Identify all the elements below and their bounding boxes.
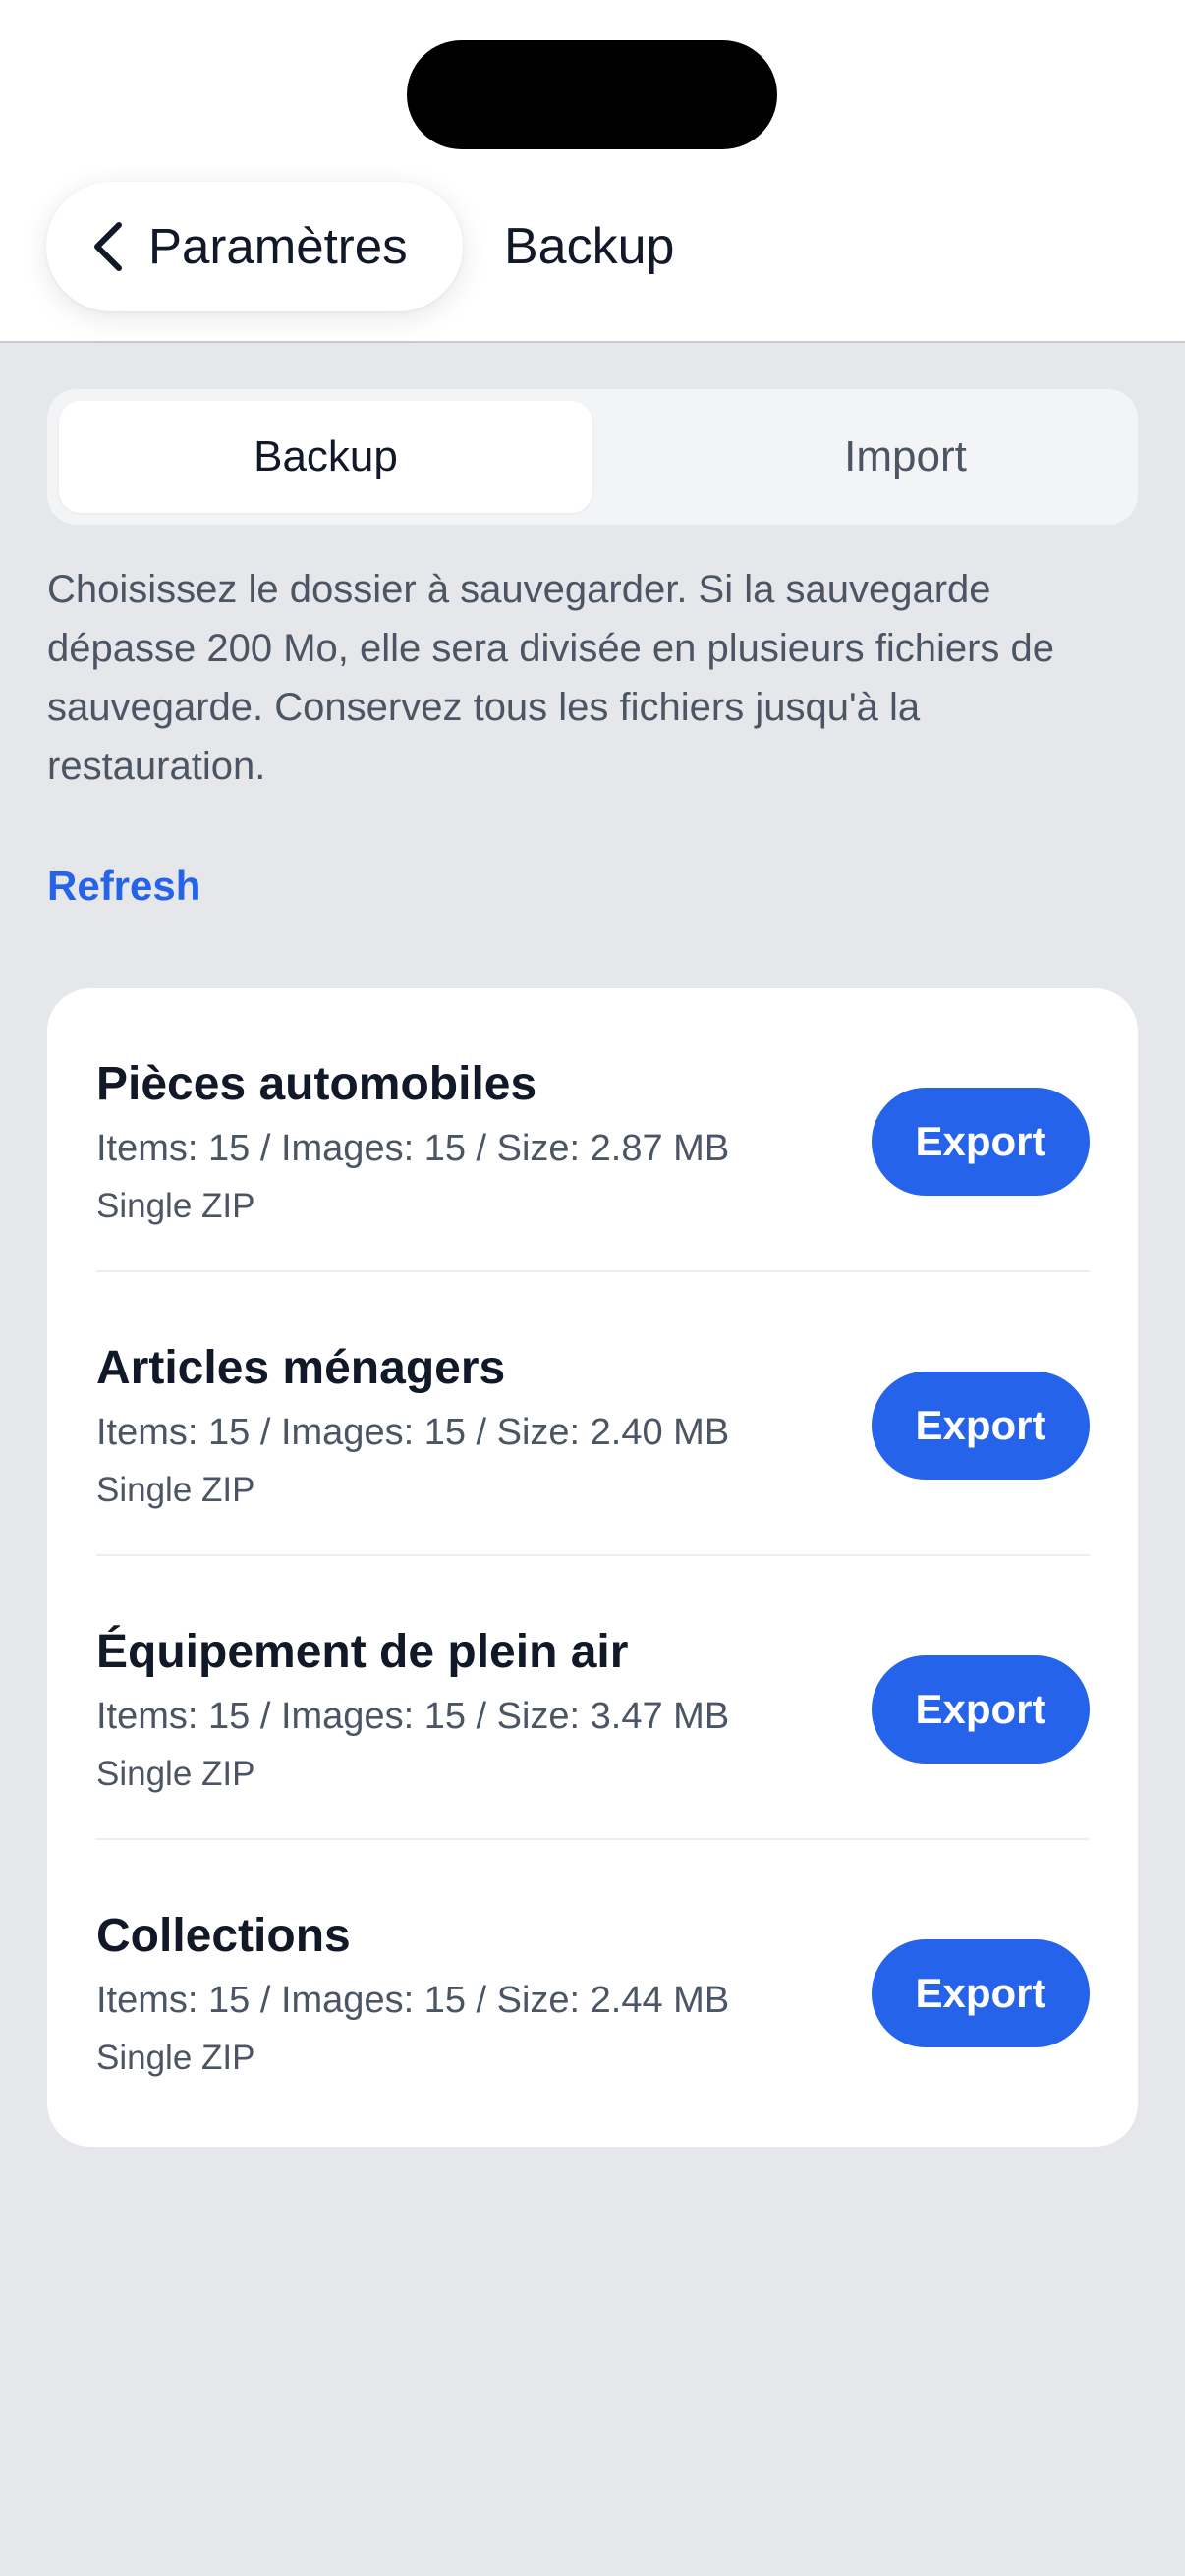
- dynamic-island: [407, 40, 777, 149]
- folder-name: Équipement de plein air: [96, 1626, 629, 1678]
- folder-backup-mode: Single ZIP: [96, 1755, 255, 1793]
- folder-name: Pièces automobiles: [96, 1058, 537, 1110]
- folder-stats: Items: 15 / Images: 15 / Size: 2.40 MB: [96, 1412, 730, 1453]
- back-button[interactable]: Paramètres: [46, 182, 463, 311]
- folder-name: Articles ménagers: [96, 1342, 506, 1394]
- folder-row: Collections Items: 15 / Images: 15 / Siz…: [47, 1840, 1138, 2124]
- export-button[interactable]: Export: [872, 1372, 1090, 1480]
- folder-backup-mode: Single ZIP: [96, 1471, 255, 1509]
- folder-row: Pièces automobiles Items: 15 / Images: 1…: [47, 988, 1138, 1272]
- page-title: Backup: [504, 218, 675, 275]
- chevron-left-icon: [94, 222, 122, 271]
- tab-backup[interactable]: Backup: [59, 401, 592, 513]
- backup-description: Choisissez le dossier à sauvegarder. Si …: [47, 568, 1055, 788]
- export-button[interactable]: Export: [872, 1088, 1090, 1196]
- folder-row: Équipement de plein air Items: 15 / Imag…: [47, 1556, 1138, 1840]
- back-button-label: Paramètres: [148, 218, 408, 274]
- folder-name: Collections: [96, 1910, 351, 1962]
- refresh-link[interactable]: Refresh: [47, 863, 200, 910]
- folder-stats: Items: 15 / Images: 15 / Size: 3.47 MB: [96, 1696, 730, 1737]
- folder-backup-mode: Single ZIP: [96, 2039, 255, 2077]
- folder-list-card: Pièces automobiles Items: 15 / Images: 1…: [47, 988, 1138, 2147]
- export-button[interactable]: Export: [872, 1939, 1090, 2047]
- navigation-header: Paramètres Backup: [0, 0, 1185, 343]
- segmented-control: Backup Import: [47, 389, 1138, 525]
- export-button[interactable]: Export: [872, 1655, 1090, 1764]
- tab-import[interactable]: Import: [634, 401, 1177, 513]
- folder-row: Articles ménagers Items: 15 / Images: 15…: [47, 1272, 1138, 1556]
- backup-screen: Paramètres Backup Backup Import Choisiss…: [0, 0, 1185, 2576]
- folder-stats: Items: 15 / Images: 15 / Size: 2.44 MB: [96, 1980, 730, 2021]
- folder-backup-mode: Single ZIP: [96, 1187, 255, 1225]
- folder-stats: Items: 15 / Images: 15 / Size: 2.87 MB: [96, 1128, 730, 1169]
